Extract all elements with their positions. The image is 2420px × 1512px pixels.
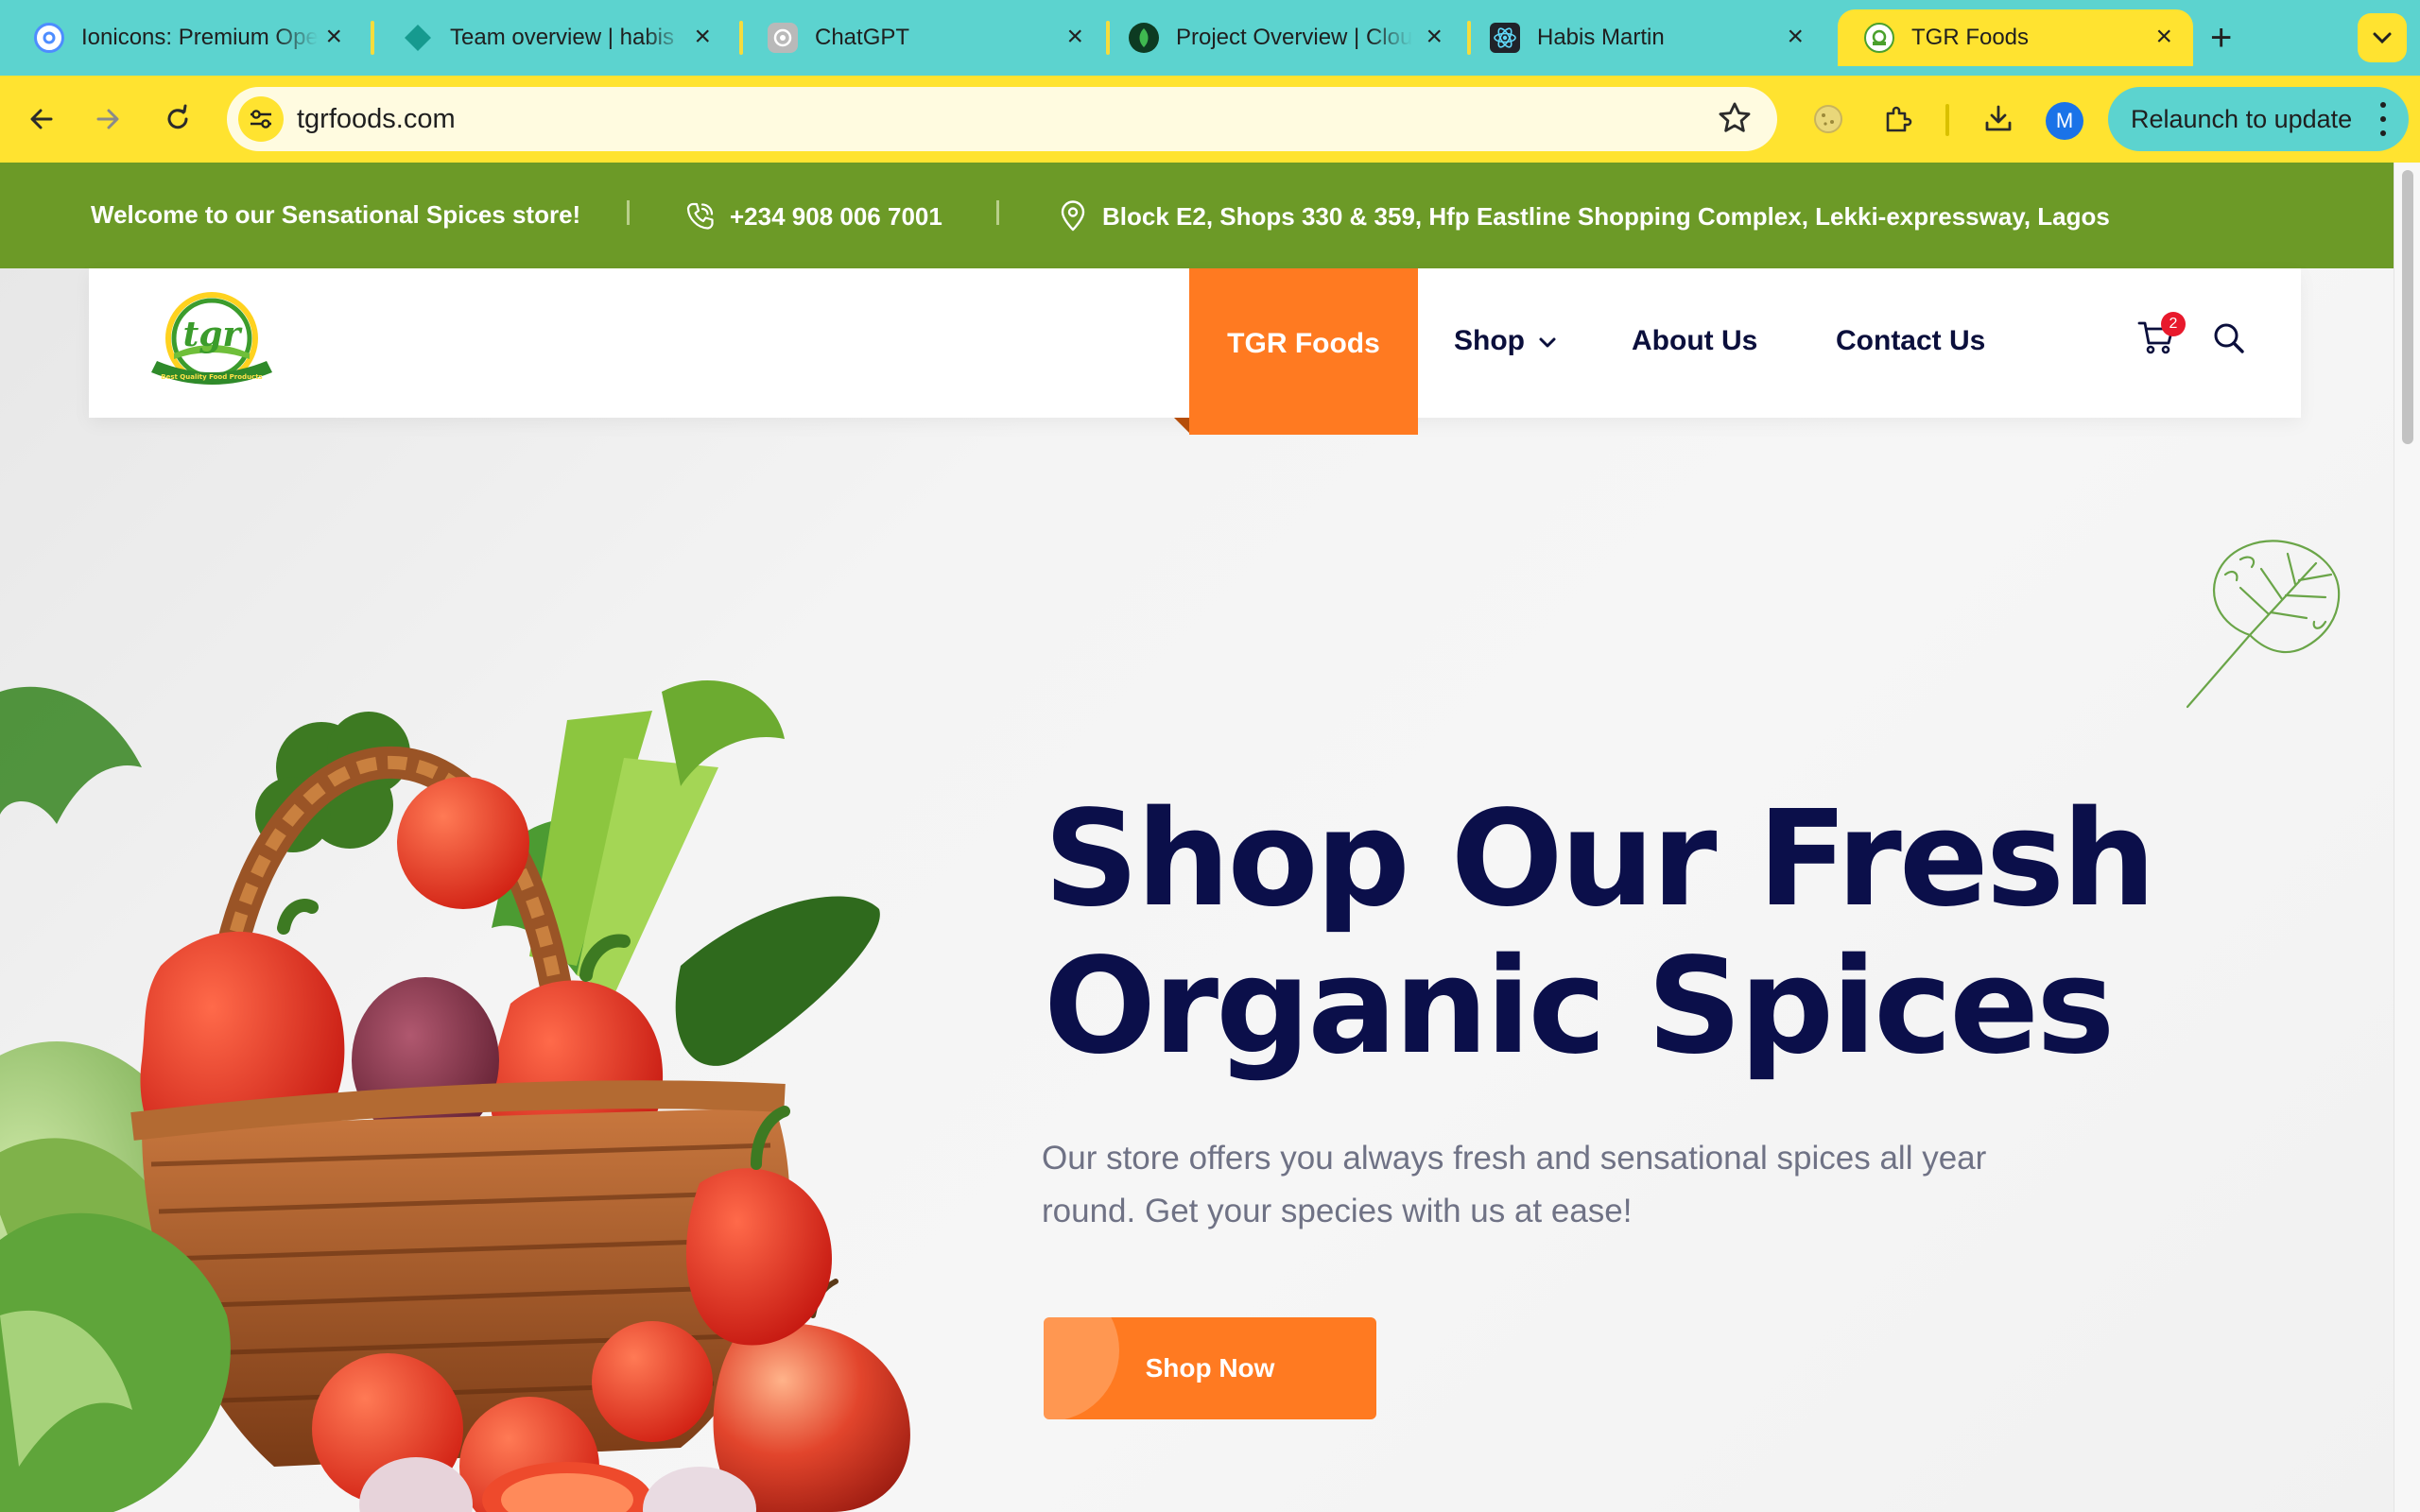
nav-home-tgr-foods[interactable]: TGR Foods xyxy=(1189,268,1418,435)
shop-now-button[interactable]: Shop Now xyxy=(1044,1317,1376,1419)
close-icon[interactable]: × xyxy=(1066,23,1083,51)
tab-title: ChatGPT xyxy=(815,25,910,50)
tab-habis-martin[interactable]: Habis Martin × xyxy=(1463,9,1824,66)
tab-ionicons[interactable]: Ionicons: Premium Open Source Icons × xyxy=(8,9,363,66)
extension-cookie-icon[interactable] xyxy=(1807,98,1849,140)
tab-tgr-foods[interactable]: TGR Foods × xyxy=(1838,9,2193,66)
forward-button[interactable] xyxy=(87,98,129,140)
reload-button[interactable] xyxy=(157,98,199,140)
location-pin-icon xyxy=(1061,200,1085,232)
ionicons-icon xyxy=(34,23,64,53)
relaunch-button[interactable]: Relaunch to update xyxy=(2108,87,2409,151)
chatgpt-icon xyxy=(768,23,798,53)
toolbar-separator xyxy=(1945,104,1949,136)
button-decoration xyxy=(1044,1317,1119,1419)
logo-wordmark: tgr xyxy=(183,315,244,354)
tab-title: Team overview | habis xyxy=(450,25,674,50)
close-icon[interactable]: × xyxy=(694,23,711,51)
reload-icon xyxy=(167,104,188,129)
divider xyxy=(627,200,630,225)
chevron-down-icon xyxy=(2373,32,2392,44)
tgr-icon xyxy=(1864,23,1894,53)
profile-avatar[interactable]: M xyxy=(2046,102,2083,140)
url-text[interactable]: tgrfoods.com xyxy=(297,104,456,135)
new-tab-button[interactable]: + xyxy=(2210,19,2232,57)
chevron-down-icon xyxy=(1539,337,1556,348)
browser-tab-strip: Ionicons: Premium Open Source Icons × Te… xyxy=(0,0,2420,76)
phone-contact[interactable]: +234 908 006 7001 xyxy=(684,200,942,232)
tgr-foods-logo[interactable]: tgr Best Quality Food Products xyxy=(146,289,278,399)
forward-arrow-icon xyxy=(96,109,119,129)
site-header: tgr Best Quality Food Products TGR Foods… xyxy=(89,268,2301,435)
tab-project-overview[interactable]: Project Overview | Cloud × xyxy=(1102,9,1463,66)
close-icon[interactable]: × xyxy=(1426,23,1443,51)
nav-about-us[interactable]: About Us xyxy=(1632,325,1757,357)
bookmark-star-icon[interactable] xyxy=(1717,100,1753,141)
logo-tagline: Best Quality Food Products xyxy=(161,373,262,381)
tab-title: Ionicons: Premium Open Source Icons xyxy=(81,25,318,50)
tab-title: Project Overview | Cloud xyxy=(1176,25,1412,50)
tab-chatgpt[interactable]: ChatGPT × xyxy=(741,9,1104,66)
decorative-leaf-icon xyxy=(2186,540,2341,709)
browser-toolbar: tgrfoods.com M Relaunch to update xyxy=(0,76,2420,163)
hero-heading-line2: Organic Spices xyxy=(1044,930,2115,1084)
nav-shop-label: Shop xyxy=(1454,325,1525,356)
close-icon[interactable]: × xyxy=(1787,23,1804,51)
tab-team-overview[interactable]: Team overview | habis × xyxy=(376,9,732,66)
back-arrow-icon xyxy=(30,109,53,129)
top-info-bar: Welcome to our Sensational Spices store!… xyxy=(0,163,2394,268)
shop-now-label: Shop Now xyxy=(1145,1353,1275,1383)
more-menu-icon[interactable] xyxy=(2380,102,2386,136)
hero-subtitle: Our store offers you always fresh and se… xyxy=(1042,1140,1987,1229)
tab-separator xyxy=(371,21,374,55)
page-viewport: Welcome to our Sensational Spices store!… xyxy=(0,163,2394,1512)
extensions-puzzle-icon[interactable] xyxy=(1877,98,1919,140)
page-scrollbar[interactable] xyxy=(2394,163,2420,1512)
tab-title: Habis Martin xyxy=(1537,25,1665,50)
back-button[interactable] xyxy=(21,98,62,140)
relaunch-label: Relaunch to update xyxy=(2131,104,2353,133)
phone-number: +234 908 006 7001 xyxy=(730,201,942,231)
search-icon[interactable] xyxy=(2210,319,2248,357)
tab-search-button[interactable] xyxy=(2358,13,2407,62)
cart-count-badge: 2 xyxy=(2161,312,2186,336)
nav-ribbon-fold xyxy=(1174,418,1189,433)
site-settings-icon[interactable] xyxy=(238,96,284,142)
vegetable-basket-image xyxy=(0,680,910,1512)
welcome-text: Welcome to our Sensational Spices store! xyxy=(91,200,581,229)
leaf-icon xyxy=(1129,23,1159,53)
download-icon[interactable] xyxy=(1978,98,2019,140)
nav-shop[interactable]: Shop xyxy=(1454,325,1557,357)
store-address: Block E2, Shops 330 & 359, Hfp Eastline … xyxy=(1059,200,2110,232)
nav-contact-us[interactable]: Contact Us xyxy=(1836,325,1985,357)
hero-heading: Shop Our Fresh Organic Spices xyxy=(1044,782,2156,1084)
scrollbar-thumb[interactable] xyxy=(2402,170,2413,444)
phone-icon xyxy=(686,202,714,230)
close-icon[interactable]: × xyxy=(2155,23,2172,51)
divider xyxy=(996,200,999,225)
close-icon[interactable]: × xyxy=(325,23,342,51)
hero-heading-line1: Shop Our Fresh xyxy=(1044,782,2156,936)
address-bar[interactable]: tgrfoods.com xyxy=(227,87,1777,151)
diamond-icon xyxy=(403,23,433,53)
react-icon xyxy=(1490,23,1520,53)
tab-title: TGR Foods xyxy=(1911,25,2030,50)
address-text: Block E2, Shops 330 & 359, Hfp Eastline … xyxy=(1102,201,2110,231)
